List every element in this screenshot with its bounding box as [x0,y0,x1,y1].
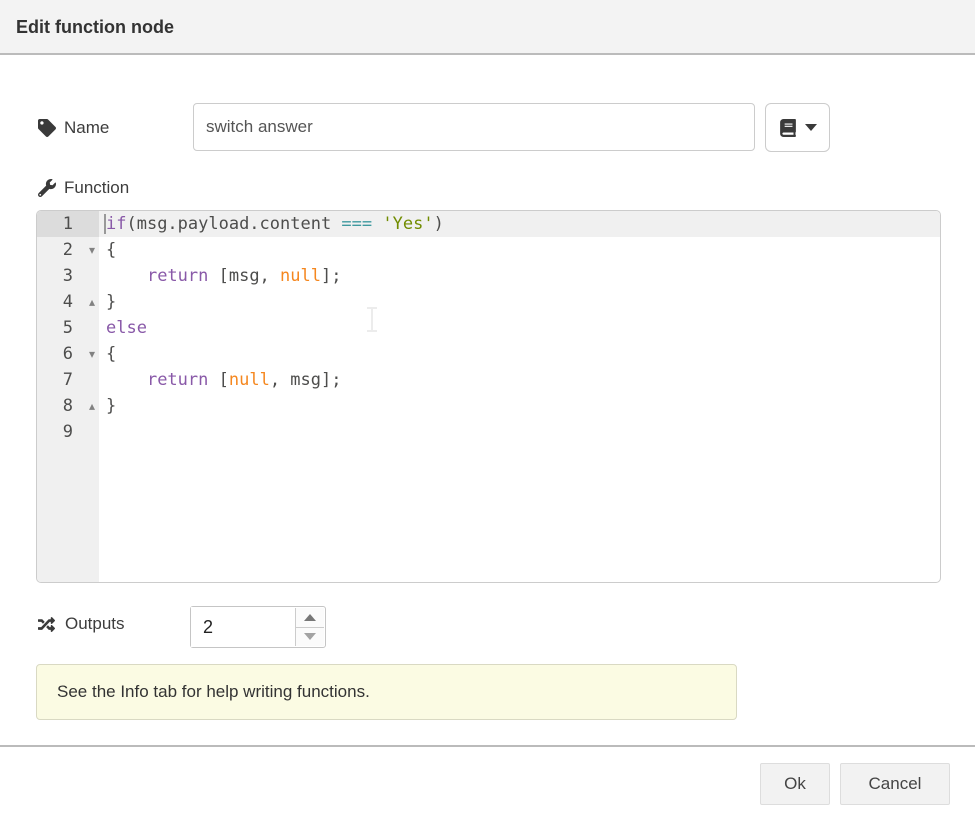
code-line-text[interactable]: { [99,237,940,263]
token-constant: null [229,370,270,390]
outputs-spinner [190,606,326,648]
spinner-buttons [295,608,324,646]
token-constant: null [280,266,321,286]
name-label-text: Name [64,118,109,138]
mouse-ibeam-cursor [364,306,380,338]
token-string: 'Yes' [382,214,433,234]
token-operator: === [341,214,372,234]
line-number[interactable]: 5 [37,315,99,341]
code-editor[interactable]: 1if(msg.payload.content === 'Yes')2▾{3 r… [36,210,941,583]
token-text: { [106,240,116,260]
token-text [106,266,147,286]
line-number[interactable]: 2▾ [37,237,99,263]
token-text [106,370,147,390]
token-text: [ [208,370,228,390]
fold-close-icon[interactable]: ▴ [89,289,95,315]
outputs-label: Outputs [36,608,125,640]
tag-icon [38,119,56,137]
code-line-text[interactable]: else [99,315,940,341]
code-line-3[interactable]: 3 return [msg, null]; [37,263,940,289]
outputs-label-text: Outputs [65,614,125,634]
code-line-2[interactable]: 2▾ { [37,237,940,263]
token-text [372,214,382,234]
code-line-text[interactable]: return [null, msg]; [99,367,940,393]
name-input[interactable] [193,103,755,151]
library-button[interactable] [765,103,830,152]
text-cursor [104,214,106,234]
code-line-9[interactable]: 9 [37,419,940,445]
token-text: } [106,292,116,312]
token-text: [msg, [208,266,280,286]
ok-button[interactable]: Ok [760,763,830,805]
code-line-text[interactable]: { [99,341,940,367]
fold-open-icon[interactable]: ▾ [89,237,95,263]
info-tip: See the Info tab for help writing functi… [36,664,737,720]
token-keyword: return [147,370,208,390]
dialog-header: Edit function node [0,0,975,55]
token-text: , msg]; [270,370,342,390]
function-label-text: Function [64,178,129,198]
name-label: Name [38,112,109,144]
cancel-button[interactable]: Cancel [840,763,950,805]
code-line-6[interactable]: 6▾ { [37,341,940,367]
line-number[interactable]: 6▾ [37,341,99,367]
token-text: ) [434,214,444,234]
code-line-4[interactable]: 4▴} [37,289,940,315]
line-number[interactable]: 3 [37,263,99,289]
line-number[interactable]: 7 [37,367,99,393]
code-line-text[interactable]: if(msg.payload.content === 'Yes') [99,211,940,237]
code-line-text[interactable] [99,419,940,445]
caret-up-icon [304,614,316,621]
outputs-input[interactable] [191,607,295,647]
function-label: Function [38,172,129,204]
code-lines: 1if(msg.payload.content === 'Yes')2▾{3 r… [37,211,940,445]
code-line-text[interactable]: } [99,393,940,419]
caret-down-icon [805,124,817,131]
code-line-1[interactable]: 1if(msg.payload.content === 'Yes') [37,211,940,237]
fold-open-icon[interactable]: ▾ [89,341,95,367]
token-keyword: if [106,214,126,234]
code-line-text[interactable]: return [msg, null]; [99,263,940,289]
token-text: { [106,344,116,364]
code-line-7[interactable]: 7 return [null, msg]; [37,367,940,393]
spinner-up-button[interactable] [296,608,324,628]
line-number[interactable]: 1 [37,211,99,237]
line-number[interactable]: 8▴ [37,393,99,419]
line-number[interactable]: 4▴ [37,289,99,315]
fold-close-icon[interactable]: ▴ [89,393,95,419]
footer-divider [0,745,975,747]
code-line-8[interactable]: 8▴} [37,393,940,419]
token-keyword: else [106,318,147,338]
wrench-icon [38,179,56,197]
caret-down-icon [304,633,316,640]
token-text: } [106,396,116,416]
code-line-text[interactable]: } [99,289,940,315]
code-line-5[interactable]: 5 else [37,315,940,341]
dialog-title: Edit function node [0,0,975,55]
token-text: ]; [321,266,341,286]
spinner-down-button[interactable] [296,628,324,647]
book-icon [779,119,797,137]
token-keyword: return [147,266,208,286]
token-text: (msg.payload.content [126,214,341,234]
line-number[interactable]: 9 [37,419,99,445]
shuffle-icon [36,616,57,633]
